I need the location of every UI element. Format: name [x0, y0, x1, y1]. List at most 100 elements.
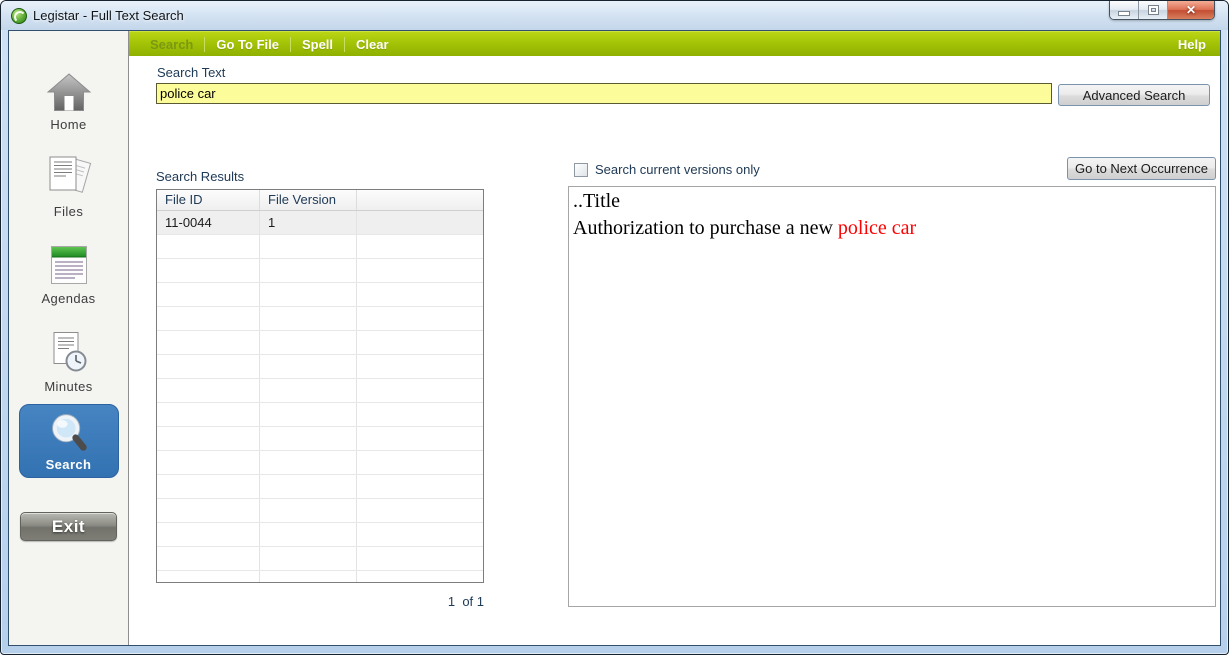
maximize-icon [1148, 6, 1158, 14]
table-cell [157, 331, 260, 354]
table-cell [260, 451, 357, 474]
files-icon [49, 156, 91, 193]
table-cell [157, 355, 260, 378]
go-to-next-occurrence-button[interactable]: Go to Next Occurrence [1067, 157, 1216, 180]
search-text-label: Search Text [157, 65, 226, 80]
sidebar-item-search[interactable]: Search [18, 404, 119, 478]
document-line-title: ..Title [573, 190, 621, 212]
table-row[interactable] [157, 235, 483, 259]
title-bar[interactable]: Legistar - Full Text Search [1, 1, 1228, 30]
table-cell [357, 283, 483, 306]
column-header-blank[interactable] [357, 190, 483, 210]
table-cell [357, 427, 483, 450]
exit-label: Exit [51, 516, 86, 536]
table-cell [260, 235, 357, 258]
table-row[interactable] [157, 379, 483, 403]
menu-item-help[interactable]: Help [1176, 37, 1208, 52]
table-cell [357, 259, 483, 282]
checkbox-icon[interactable] [574, 162, 588, 177]
table-cell [357, 403, 483, 426]
table-cell [357, 499, 483, 522]
sidebar: Home Files Agendas Minutes Search Exit [9, 31, 129, 645]
table-header: File ID File Version [157, 190, 483, 211]
table-row[interactable] [157, 283, 483, 307]
table-cell [157, 307, 260, 330]
search-text-input[interactable] [156, 83, 1052, 104]
table-row[interactable] [157, 547, 483, 571]
checkbox-label: Search current versions only [595, 162, 760, 177]
table-row[interactable] [157, 307, 483, 331]
document-text: Authorization to purchase a new [573, 217, 838, 239]
table-row[interactable] [157, 499, 483, 523]
maximize-button[interactable] [1139, 1, 1168, 19]
table-cell [260, 427, 357, 450]
table-cell [357, 331, 483, 354]
menu-separator [344, 36, 346, 52]
table-cell [157, 547, 260, 570]
sidebar-label-home: Home [50, 117, 87, 132]
table-cell [260, 307, 357, 330]
app-logo-icon [11, 7, 27, 24]
table-row[interactable] [157, 475, 483, 499]
table-cell [357, 571, 483, 582]
next-occurrence-label: Go to Next Occurrence [1075, 161, 1208, 176]
close-button[interactable]: ✕ [1168, 1, 1214, 19]
table-cell [357, 355, 483, 378]
document-line-body: Authorization to purchase a new police c… [573, 215, 1211, 242]
main-panel: Search Text Advanced Search Search Resul… [129, 56, 1220, 645]
exit-button[interactable]: Exit [20, 512, 117, 541]
sidebar-label-minutes: Minutes [44, 379, 93, 394]
table-cell: 1 [260, 211, 357, 234]
table-cell [357, 451, 483, 474]
close-icon: ✕ [1185, 3, 1197, 17]
menu-separator [204, 36, 206, 52]
advanced-search-button[interactable]: Advanced Search [1058, 84, 1210, 106]
menu-item-go-to-file[interactable]: Go To File [205, 37, 290, 52]
table-row[interactable] [157, 571, 483, 582]
table-cell [357, 235, 483, 258]
menu-separator [289, 36, 291, 52]
table-cell [157, 259, 260, 282]
result-pager: 1 of 1 [447, 594, 484, 609]
window-title: Legistar - Full Text Search [33, 8, 184, 23]
sidebar-item-home[interactable]: Home [46, 73, 91, 132]
table-cell: 11-0044 [157, 211, 260, 234]
table-row[interactable] [157, 451, 483, 475]
table-cell [357, 379, 483, 402]
column-header-file-version[interactable]: File Version [260, 190, 357, 210]
menu-item-search[interactable]: Search [139, 37, 204, 52]
sidebar-item-minutes[interactable]: Minutes [44, 330, 92, 394]
table-cell [260, 283, 357, 306]
table-row[interactable] [157, 259, 483, 283]
table-row[interactable]: 11-0044 1 [157, 211, 483, 235]
search-results-table: File ID File Version 11-0044 1 [156, 189, 484, 583]
advanced-search-label: Advanced Search [1082, 87, 1186, 103]
menu-item-spell[interactable]: Spell [291, 37, 344, 52]
table-cell [157, 499, 260, 522]
table-cell [260, 331, 357, 354]
table-cell [260, 355, 357, 378]
menu-item-clear[interactable]: Clear [345, 37, 400, 52]
sidebar-label-files: Files [53, 204, 84, 219]
table-cell [157, 523, 260, 546]
sidebar-item-agendas[interactable]: Agendas [41, 244, 95, 306]
minimize-button[interactable] [1110, 1, 1139, 19]
sidebar-item-files[interactable]: Files [46, 154, 92, 219]
document-viewer: ..Title Authorization to purchase a new … [568, 186, 1216, 607]
table-row[interactable] [157, 355, 483, 379]
table-row[interactable] [157, 523, 483, 547]
table-cell [260, 523, 357, 546]
column-header-file-id[interactable]: File ID [157, 190, 260, 210]
table-cell [157, 451, 260, 474]
table-cell [260, 379, 357, 402]
menu-bar: Search Go To File Spell Clear Help [129, 31, 1220, 56]
table-row[interactable] [157, 427, 483, 451]
current-versions-checkbox-row[interactable]: Search current versions only [574, 162, 760, 177]
table-row[interactable] [157, 331, 483, 355]
table-cell [157, 403, 260, 426]
content-area: Search Go To File Spell Clear Help Searc… [129, 31, 1220, 645]
table-cell [260, 475, 357, 498]
table-row[interactable] [157, 403, 483, 427]
window-body: Home Files Agendas Minutes Search Exit S… [8, 30, 1221, 646]
table-cell [260, 403, 357, 426]
